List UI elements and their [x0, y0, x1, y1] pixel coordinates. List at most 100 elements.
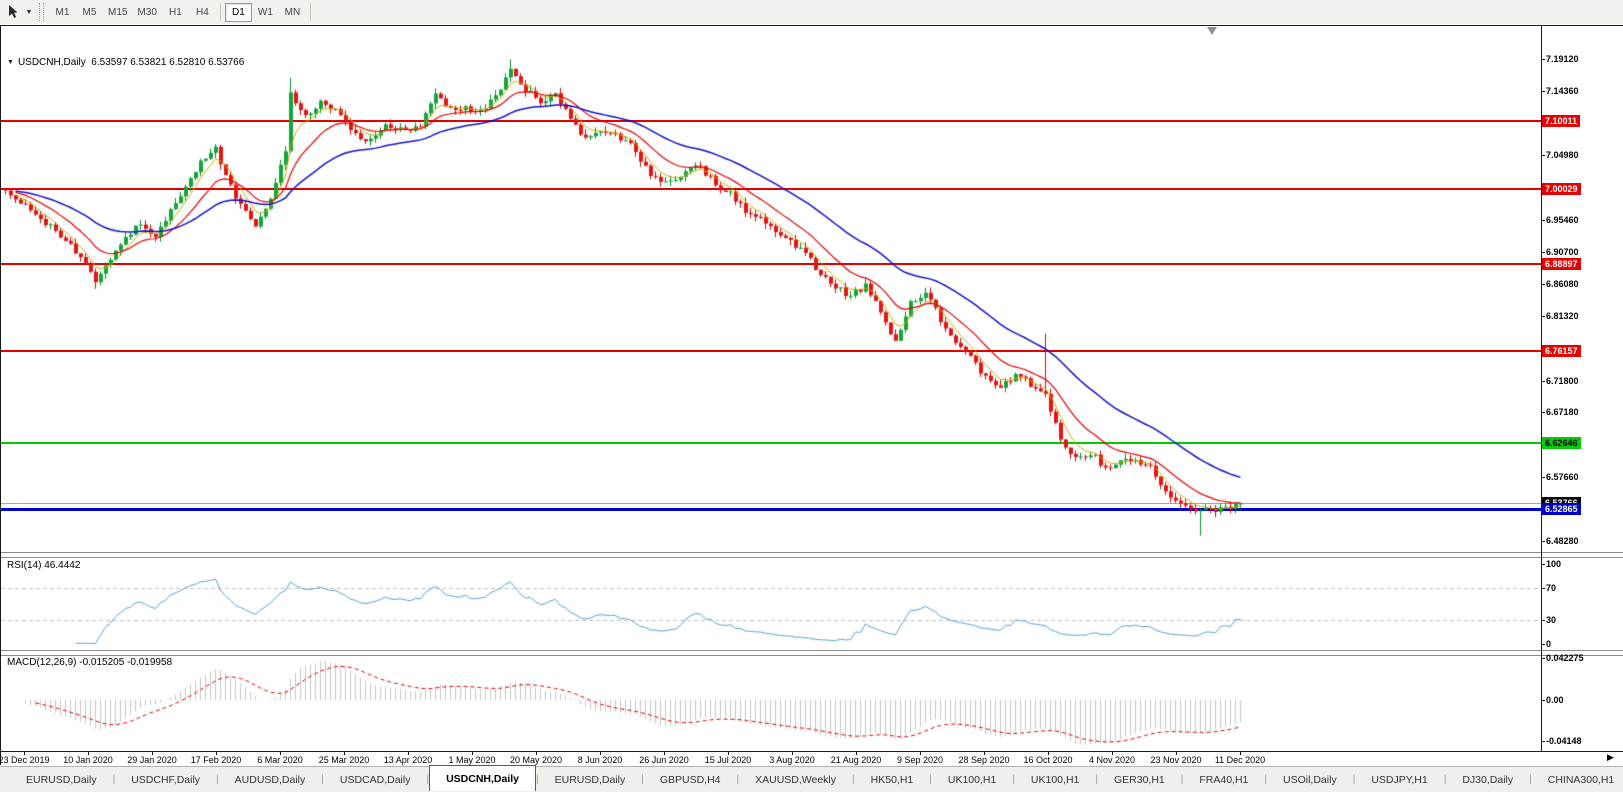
date-tick-label: 23 Nov 2020: [1150, 755, 1202, 765]
tab-uk100-h1[interactable]: UK100,H1: [932, 768, 1012, 792]
price-tick-mark: [1541, 476, 1545, 478]
price-tick-mark: [1541, 58, 1545, 60]
hline-label-7.00029: 7.00029: [1542, 182, 1581, 195]
price-tick-label: 6.86080: [1546, 278, 1579, 289]
toolbar-separator: [309, 3, 311, 21]
tab-usoil-daily[interactable]: USOil,Daily: [1267, 768, 1353, 792]
timeframe-button-m5[interactable]: M5: [76, 3, 103, 22]
hline-label-6.76157: 6.76157: [1542, 344, 1581, 357]
price-tick-label: 6.90700: [1546, 247, 1579, 258]
price-tick-mark: [1541, 219, 1545, 221]
macd-tick-mark: [1541, 741, 1545, 742]
price-tick-label: 6.67180: [1546, 407, 1579, 418]
date-tick-label: 28 Sep 2020: [958, 755, 1010, 765]
chart-symbol: USDCNH,Daily: [17, 57, 86, 68]
tab-xauusd-weekly[interactable]: XAUUSD,Weekly: [739, 768, 852, 792]
toolbar-separator: [219, 3, 221, 21]
rsi-tick-label: 30: [1546, 615, 1557, 625]
price-tick-mark: [1541, 91, 1545, 93]
ohlc-high: 6.53821: [130, 57, 167, 68]
timeframe-button-m1[interactable]: M1: [49, 3, 76, 22]
tab-ger30-h1[interactable]: GER30,H1: [1098, 768, 1181, 792]
macd-signal-value: -0.019958: [127, 657, 173, 668]
date-tick-label: 10 Jan 2020: [63, 755, 113, 765]
mt4-window: ▼ M1 M5 M15 M30 H1 H4 D1 W1 MN ▼ USDCNH,Daily 6.5…: [0, 0, 1623, 792]
macd-tick-mark: [1541, 658, 1545, 659]
price-tick-mark: [1541, 315, 1545, 317]
chart-tab-bar: EURUSD,Daily | USDCHF,Daily | AUDUSD,Daily | U…: [0, 765, 1623, 792]
date-tick-label: 3 Aug 2020: [769, 755, 815, 765]
macd-label: MACD(12,26,9) -0.015205 -0.019958: [7, 657, 173, 668]
chart-canvas[interactable]: [1, 26, 1541, 776]
price-tick-label: 7.04980: [1546, 149, 1579, 160]
chart-window[interactable]: ▼ USDCNH,Daily 6.53597 6.53821 6.52810 6.…: [0, 25, 1623, 776]
date-tick-label: 16 Oct 2020: [1023, 755, 1073, 765]
rsi-tick-label: 70: [1546, 583, 1557, 593]
date-tick-label: 20 May 2020: [509, 755, 563, 765]
macd-tick-label: 0.042275: [1546, 653, 1584, 663]
tab-usdchf-daily[interactable]: USDCHF,Daily: [115, 768, 216, 792]
timeframe-button-h1[interactable]: H1: [162, 3, 189, 22]
date-tick-label: 29 Jan 2020: [127, 755, 177, 765]
cursor-dropdown-caret[interactable]: ▼: [23, 9, 35, 16]
rsi-tick-mark: [1541, 620, 1545, 621]
price-tick-label: 6.57660: [1546, 471, 1579, 482]
price-tick-label: 7.14360: [1546, 86, 1579, 97]
price-tick-mark: [1541, 540, 1545, 542]
tab-usdcnh-daily[interactable]: USDCNH,Daily: [429, 765, 536, 791]
tab-eurusd-daily[interactable]: EURUSD,Daily: [539, 768, 642, 792]
timeframe-button-m15[interactable]: M15: [103, 3, 132, 22]
price-tick-mark: [1541, 154, 1545, 156]
rsi-tick-mark: [1541, 564, 1545, 565]
toolbar-grip[interactable]: [39, 3, 44, 21]
date-tick-label: 25 Mar 2020: [318, 755, 370, 765]
toolbar: ▼ M1 M5 M15 M30 H1 H4 D1 W1 MN: [0, 0, 1623, 25]
price-tick-label: 6.71800: [1546, 375, 1579, 386]
macd-tick-label: 0.00: [1546, 694, 1564, 705]
tab-gbpusd-h4[interactable]: GBPUSD,H4: [644, 768, 737, 792]
price-tick-mark: [1541, 380, 1545, 382]
ohlc-open: 6.53597: [91, 57, 128, 68]
timeframe-button-w1[interactable]: W1: [252, 3, 279, 22]
ohlc-close: 6.53766: [208, 57, 245, 68]
cursor-icon[interactable]: [3, 2, 23, 22]
tab-dj30-daily[interactable]: DJ30,Daily: [1446, 768, 1529, 792]
timeframe-button-d1[interactable]: D1: [224, 2, 252, 22]
date-tick-label: 6 Mar 2020: [257, 755, 303, 765]
timeframe-button-m30[interactable]: M30: [132, 3, 161, 22]
tab-china300-h1[interactable]: CHINA300,H1: [1532, 768, 1623, 792]
scroll-to-end-icon[interactable]: ▶: [1607, 753, 1614, 762]
chart-title: ▼ USDCNH,Daily 6.53597 6.53821 6.52810 6.…: [7, 57, 244, 68]
tab-usdjpy-h1[interactable]: USDJPY,H1: [1355, 768, 1443, 792]
timeframe-button-mn[interactable]: MN: [279, 3, 306, 22]
macd-tick-label: -0.04148: [1546, 736, 1582, 746]
timeframe-button-h4[interactable]: H4: [189, 3, 216, 22]
hline-label-7.10011: 7.10011: [1542, 114, 1581, 127]
date-tick-label: 8 Jun 2020: [577, 755, 623, 765]
macd-value: -0.015205: [79, 657, 125, 668]
tab-audusd-daily[interactable]: AUDUSD,Daily: [219, 768, 322, 792]
date-tick-label: 23 Dec 2019: [0, 755, 50, 765]
price-tick-label: 7.19120: [1546, 53, 1579, 64]
tab-uk100-h1[interactable]: UK100,H1: [1015, 768, 1095, 792]
rsi-label: RSI(14) 46.4442: [7, 560, 81, 571]
tabs: EURUSD,Daily | USDCHF,Daily | AUDUSD,Daily | U…: [10, 765, 1623, 792]
tab-hk50-h1[interactable]: HK50,H1: [855, 768, 930, 792]
price-tick-label: 6.81320: [1546, 310, 1579, 321]
tab-usdcad-daily[interactable]: USDCAD,Daily: [324, 768, 427, 792]
date-tick-label: 17 Feb 2020: [190, 755, 242, 765]
price-tick-mark: [1541, 412, 1545, 414]
date-tick-label: 13 Apr 2020: [383, 755, 433, 765]
date-tick-label: 21 Aug 2020: [830, 755, 882, 765]
price-tick-mark: [1541, 283, 1545, 285]
hline-label-6.52865: 6.52865: [1542, 503, 1581, 516]
date-tick-label: 15 Jul 2020: [704, 755, 752, 765]
chart-collapse-icon[interactable]: ▼: [7, 59, 14, 66]
tab-eurusd-daily[interactable]: EURUSD,Daily: [10, 768, 113, 792]
date-tick-label: 1 May 2020: [448, 755, 496, 765]
rsi-tick-mark: [1541, 588, 1545, 589]
chart-shift-marker[interactable]: [1207, 27, 1217, 35]
tab-fra40-h1[interactable]: FRA40,H1: [1183, 768, 1264, 792]
hline-label-6.62646: 6.62646: [1542, 436, 1581, 449]
rsi-tick-label: 100: [1546, 559, 1562, 569]
